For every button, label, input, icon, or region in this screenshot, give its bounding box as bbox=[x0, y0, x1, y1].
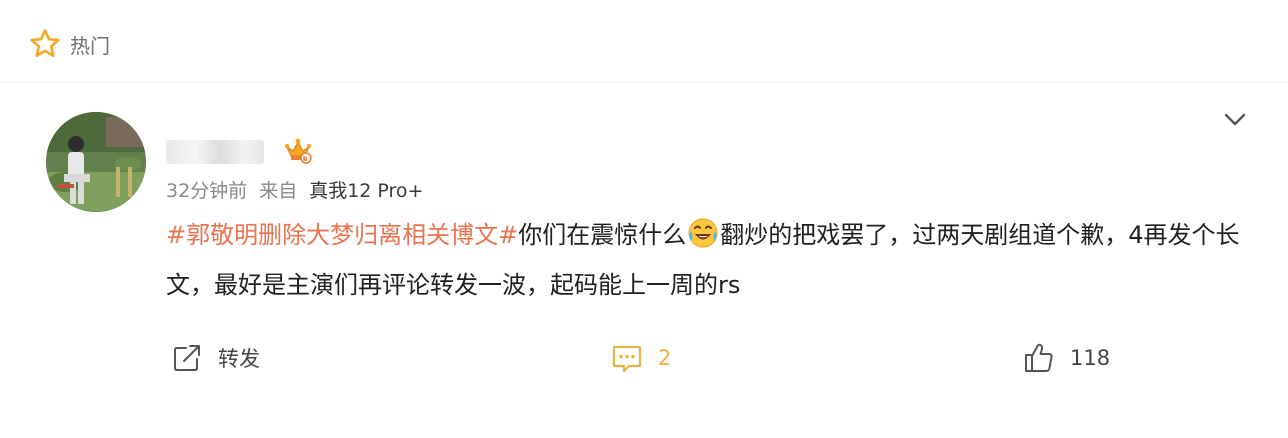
weibo-comment-card: 热门 32分钟前 来自 真我12 Pro+ #郭敬明删除大梦归离相关博文#你们在… bbox=[0, 0, 1288, 438]
star-icon bbox=[28, 27, 62, 61]
comment-count: 2 bbox=[658, 346, 672, 370]
chevron-down-icon bbox=[1224, 113, 1246, 126]
post-device[interactable]: 真我12 Pro+ bbox=[309, 180, 423, 202]
like-count: 118 bbox=[1070, 346, 1111, 370]
hot-section-header: 热门 bbox=[28, 26, 110, 62]
username-obscured[interactable] bbox=[166, 140, 264, 164]
post-content: #郭敬明删除大梦归离相关博文#你们在震惊什么 翻炒的把戏罢了，过两天剧组道个歉，… bbox=[166, 210, 1246, 310]
divider bbox=[0, 82, 1288, 83]
share-icon bbox=[174, 345, 200, 371]
laugh-cry-emoji-icon bbox=[687, 217, 719, 249]
repost-label: 转发 bbox=[218, 347, 260, 371]
post-menu-button[interactable] bbox=[1220, 104, 1250, 134]
comment-button[interactable]: 2 bbox=[610, 336, 671, 380]
action-bar: 转发 2 118 bbox=[0, 336, 1288, 380]
repost-button[interactable]: 转发 bbox=[170, 336, 260, 380]
comment-icon bbox=[612, 345, 642, 373]
like-button[interactable]: 118 bbox=[1022, 336, 1110, 380]
thumbs-up-icon bbox=[1025, 343, 1053, 372]
post-time: 32分钟前 bbox=[166, 180, 248, 202]
avatar[interactable] bbox=[46, 112, 146, 212]
content-text-1: 你们在震惊什么 bbox=[518, 221, 687, 249]
vip-crown-badge-icon[interactable] bbox=[282, 134, 314, 166]
hashtag-link[interactable]: #郭敬明删除大梦归离相关博文# bbox=[166, 221, 518, 249]
section-label: 热门 bbox=[70, 33, 110, 58]
post-from-label: 来自 bbox=[259, 180, 298, 202]
avatar-image bbox=[46, 112, 146, 212]
post-meta: 32分钟前 来自 真我12 Pro+ bbox=[166, 176, 423, 203]
